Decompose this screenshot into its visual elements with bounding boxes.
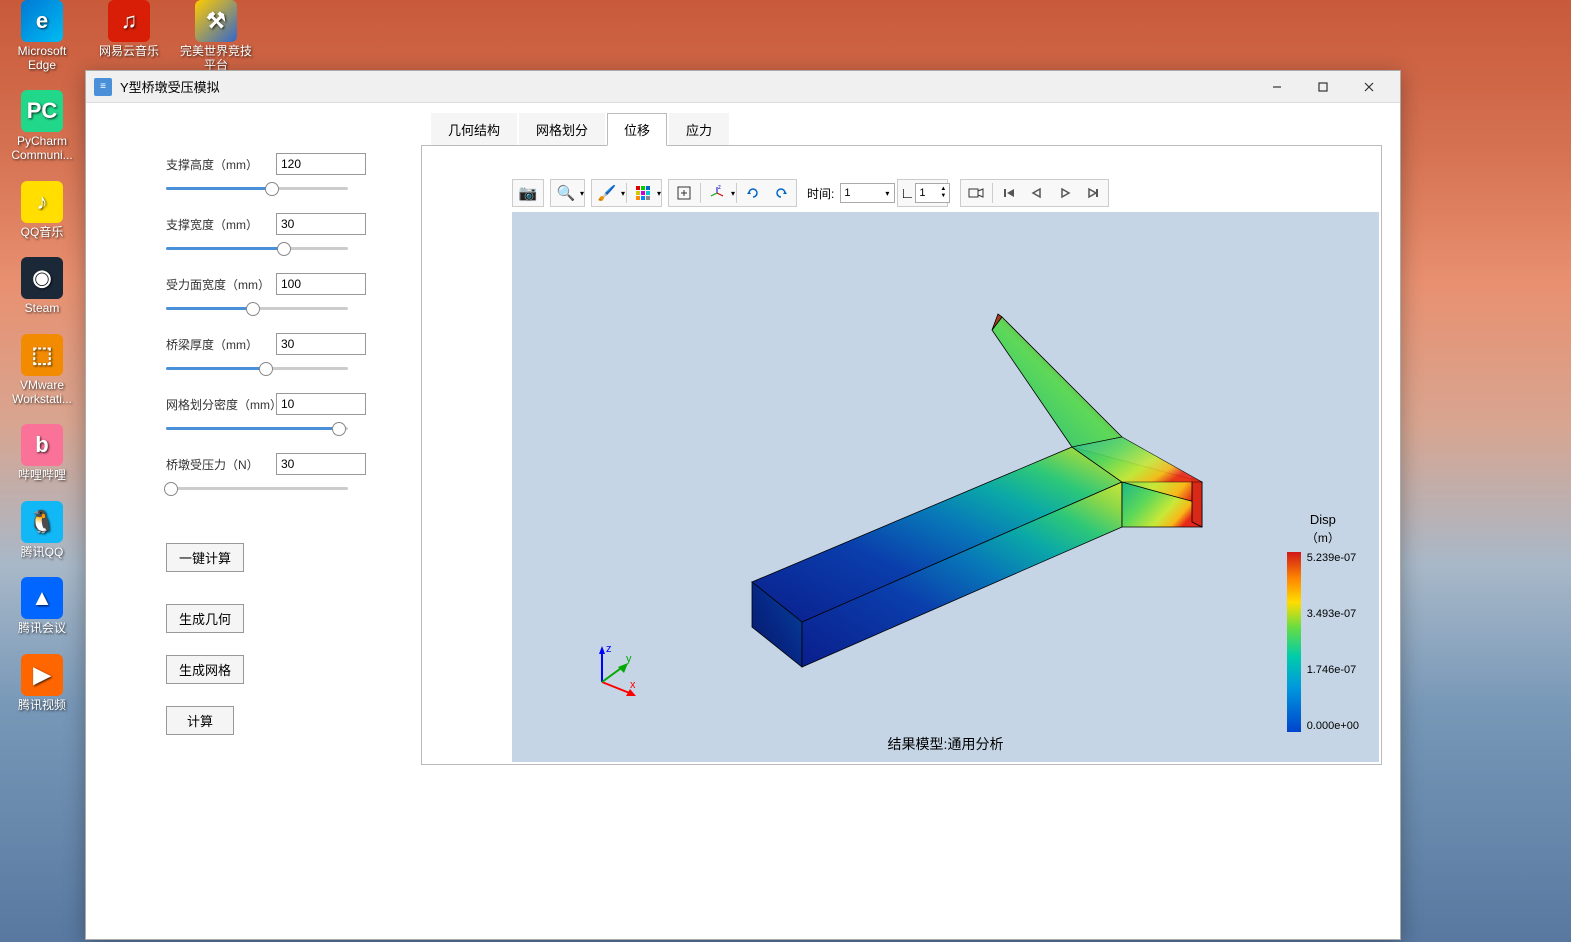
legend-tick: 3.493e-07 [1307, 608, 1359, 620]
param-slider-0[interactable] [166, 179, 348, 199]
param-slider-3[interactable] [166, 359, 348, 379]
zoom-button[interactable]: 🔍 [552, 181, 580, 205]
param-input-2[interactable] [276, 273, 366, 295]
param-input-5[interactable] [276, 453, 366, 475]
maximize-button[interactable] [1300, 72, 1346, 102]
param-input-4[interactable] [276, 393, 366, 415]
desktop-shortcut[interactable]: b哔哩哔哩 [5, 424, 79, 482]
rotate-cw-button[interactable] [767, 181, 795, 205]
color-legend: Disp （m） 5.239e-07 3.493e-07 1.746e-07 0.00… [1287, 512, 1359, 732]
param-input-0[interactable] [276, 153, 366, 175]
svg-text:x: x [630, 679, 636, 691]
param-slider-2[interactable] [166, 299, 348, 319]
play-button[interactable] [1051, 181, 1079, 205]
param-label: 桥梁厚度（mm） [166, 336, 276, 353]
desktop-shortcut[interactable]: ♫网易云音乐 [99, 0, 159, 73]
param-slider-1[interactable] [166, 239, 348, 259]
param-slider-4[interactable] [166, 419, 348, 439]
legend-tick: 0.000e+00 [1307, 720, 1359, 732]
compute-button[interactable]: 计算 [166, 706, 234, 735]
cube-colormap-button[interactable] [629, 181, 657, 205]
param-label: 网格划分密度（mm） [166, 396, 276, 413]
time-label: 时间: [807, 185, 834, 202]
desktop-shortcut[interactable]: ♪QQ音乐 [5, 181, 79, 239]
viewer-toolbar: 📷 🔍 ▾ 🖌️ ▾ ▾ [512, 178, 1381, 208]
svg-text:y: y [626, 653, 632, 665]
tab-2[interactable]: 位移 [607, 113, 667, 146]
param-label: 桥墩受压力（N） [166, 456, 276, 473]
calc-all-button[interactable]: 一键计算 [166, 543, 244, 572]
parameters-panel: 支撑高度（mm） 支撑宽度（mm） 受力面宽度（mm） 桥梁厚度（mm） 网格划 [86, 103, 421, 939]
gen-geom-button[interactable]: 生成几何 [166, 604, 244, 633]
step-angle-icon: ∟ [899, 181, 915, 205]
tab-0[interactable]: 几何结构 [431, 113, 517, 146]
fit-view-button[interactable] [670, 181, 698, 205]
desktop-shortcut[interactable]: ⚒完美世界竞技平台 [179, 0, 253, 73]
displacement-model [692, 252, 1252, 672]
next-frame-button[interactable] [1079, 181, 1107, 205]
app-icon: ≡ [94, 78, 112, 96]
desktop-shortcut[interactable]: ▶腾讯视频 [5, 654, 79, 712]
param-label: 支撑宽度（mm） [166, 216, 276, 233]
desktop-shortcut[interactable]: PCPyCharm Communi... [5, 90, 79, 163]
svg-text:z: z [606, 643, 612, 655]
first-frame-button[interactable] [995, 181, 1023, 205]
screenshot-button[interactable]: 📷 [514, 181, 542, 205]
svg-text:z: z [718, 185, 721, 191]
app-window: ≡ Y型桥墩受压模拟 支撑高度（mm） 支撑宽度（mm） [85, 70, 1401, 940]
param-slider-5[interactable] [166, 479, 348, 499]
tabs: 几何结构网格划分位移应力 [431, 113, 1382, 146]
param-label: 受力面宽度（mm） [166, 276, 276, 293]
window-title: Y型桥墩受压模拟 [120, 77, 1254, 96]
legend-bar [1287, 552, 1301, 732]
viewer-frame: 📷 🔍 ▾ 🖌️ ▾ ▾ [421, 145, 1382, 765]
axis-indicator: z x y [582, 642, 642, 702]
gen-mesh-button[interactable]: 生成网格 [166, 655, 244, 684]
legend-title: Disp [1287, 512, 1359, 527]
legend-tick: 5.239e-07 [1307, 552, 1359, 564]
param-input-3[interactable] [276, 333, 366, 355]
viewer-panel: 几何结构网格划分位移应力 📷 🔍 ▾ 🖌️ ▾ [421, 103, 1400, 939]
desktop-shortcut[interactable]: 🐧腾讯QQ [5, 501, 79, 559]
paint-button[interactable]: 🖌️ [593, 181, 621, 205]
desktop-shortcut[interactable]: ▲腾讯会议 [5, 577, 79, 635]
close-button[interactable] [1346, 72, 1392, 102]
axes-orient-button[interactable]: z [703, 181, 731, 205]
prev-frame-button[interactable] [1023, 181, 1051, 205]
rotate-ccw-button[interactable] [739, 181, 767, 205]
desktop-shortcut[interactable]: ◉Steam [5, 257, 79, 315]
legend-unit: （m） [1287, 529, 1359, 546]
param-label: 支撑高度（mm） [166, 156, 276, 173]
tab-1[interactable]: 网格划分 [519, 113, 605, 146]
param-input-1[interactable] [276, 213, 366, 235]
3d-canvas[interactable]: z x y Disp （m） 5.239e-07 [512, 212, 1379, 762]
result-model-label: 结果模型:通用分析 [888, 734, 1004, 754]
desktop-shortcut[interactable]: eMicrosoft Edge [5, 0, 79, 73]
record-button[interactable] [962, 181, 990, 205]
title-bar: ≡ Y型桥墩受压模拟 [86, 71, 1400, 103]
desktop-shortcut[interactable]: ⬚VMware Workstati... [5, 334, 79, 407]
legend-tick: 1.746e-07 [1307, 664, 1359, 676]
minimize-button[interactable] [1254, 72, 1300, 102]
tab-3[interactable]: 应力 [669, 113, 729, 146]
